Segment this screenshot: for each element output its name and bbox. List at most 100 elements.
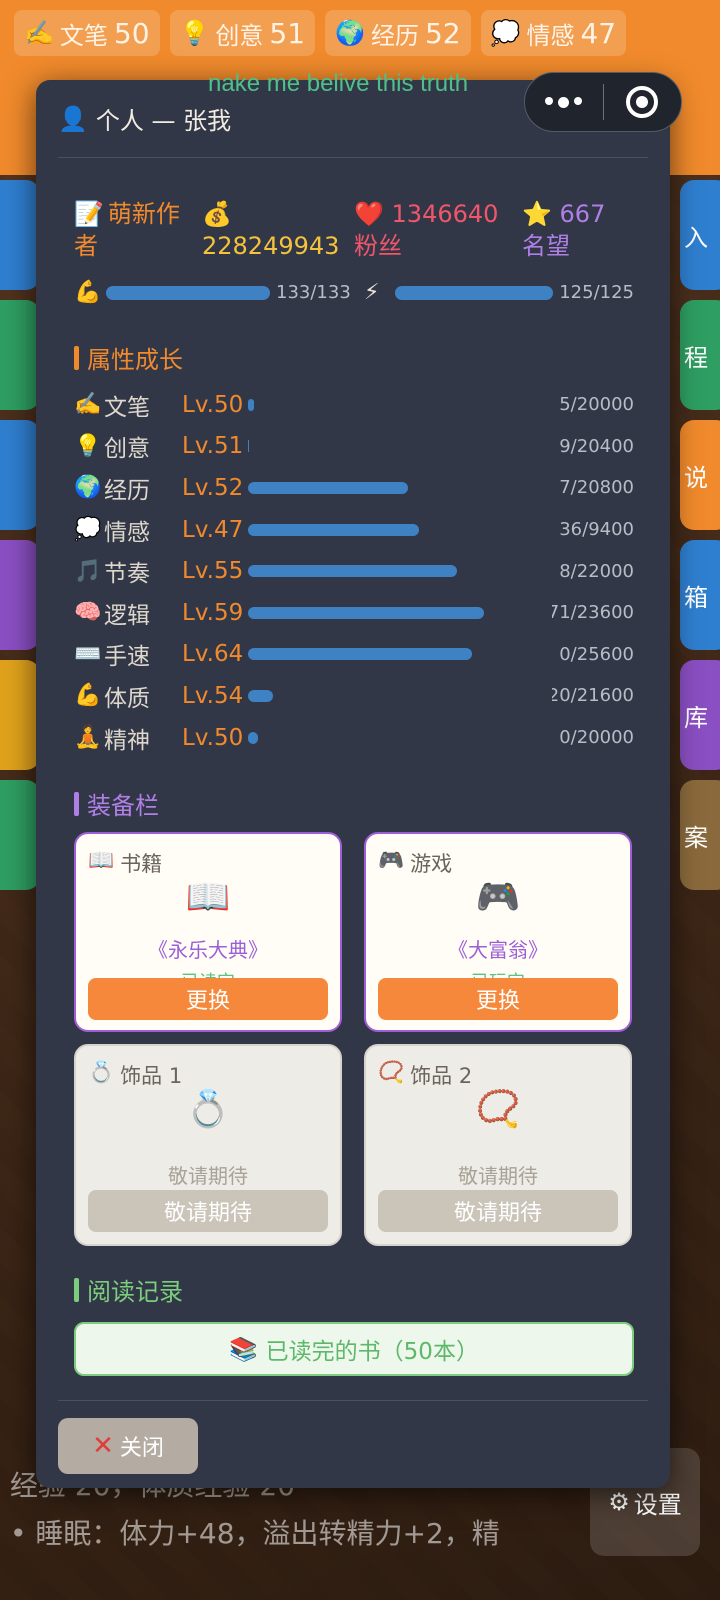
attribute-icon: 💪 xyxy=(74,683,102,709)
overlay-caption: nake me belive this truth xyxy=(208,70,469,97)
energy-fill xyxy=(394,285,554,300)
attribute-row: 💭 情感 Lv.47 36/9400 xyxy=(74,509,634,551)
attribute-progress-text: 0/25600 xyxy=(559,643,634,665)
role-stat: 📝 萌新作者 xyxy=(74,200,180,260)
attribute-row: 🧘 精神 Lv.50 0/20000 xyxy=(74,717,634,759)
top-stat-qinggan: 💭 情感 47 xyxy=(480,10,627,56)
attribute-name: 体质 xyxy=(104,685,150,712)
attribute-icon: ✍️ xyxy=(74,392,102,418)
side-tab-right-1[interactable]: 入 xyxy=(680,180,720,290)
exit-miniprogram-icon[interactable] xyxy=(604,86,682,118)
person-icon: 👤 xyxy=(58,104,88,133)
equip-item-name: 《永乐大典》 xyxy=(148,938,268,962)
side-button-left-2[interactable] xyxy=(0,300,40,410)
side-button-left-4[interactable] xyxy=(0,540,40,650)
pen-icon: ✍️ xyxy=(24,19,54,47)
fans-stat: ❤️ 1346640 粉丝 xyxy=(354,200,499,260)
bulb-icon: 💡 xyxy=(179,19,210,47)
books-icon: 📚 xyxy=(229,1336,258,1363)
attribute-icon: 🧠 xyxy=(74,600,102,626)
attribute-level: Lv.52 xyxy=(182,474,244,501)
money-stat: 💰 228249943 xyxy=(202,198,354,262)
side-button-left-5[interactable] xyxy=(0,660,40,770)
vitals-row: 💪 133/133 ⚡ 125/125 xyxy=(74,280,634,305)
attribute-level: Lv.51 xyxy=(182,433,244,460)
attribute-name: 文笔 xyxy=(104,394,150,421)
attribute-progress-text: 36/9400 xyxy=(559,519,634,541)
coming-soon-text: 敬请期待 xyxy=(458,1164,538,1188)
attribute-level: Lv.64 xyxy=(182,641,244,668)
side-button-left-6[interactable] xyxy=(0,780,40,890)
side-tab-right-4[interactable]: 箱 xyxy=(680,540,720,650)
attribute-level: Lv.59 xyxy=(182,599,244,626)
close-icon: ✕ xyxy=(92,1431,114,1461)
side-tab-right-6[interactable]: 案 xyxy=(680,780,720,890)
attribute-progress-text: 20/21600 xyxy=(552,685,634,707)
side-tab-right-2[interactable]: 程 xyxy=(680,300,720,410)
attribute-level: Lv.55 xyxy=(182,558,244,585)
attribute-name: 情感 xyxy=(104,519,150,546)
muscle-icon: 💪 xyxy=(74,280,102,305)
attribute-progress-fill xyxy=(248,398,254,411)
star-icon: ⭐ xyxy=(522,200,552,228)
reading-section-title: 阅读记录 xyxy=(74,1272,183,1307)
attribute-row: ✍️ 文笔 Lv.50 5/20000 xyxy=(74,384,634,426)
modal-title: 👤 个人 — 张我 xyxy=(58,104,232,136)
attribute-progress-text: 9/20400 xyxy=(559,435,634,457)
attribute-name: 手速 xyxy=(104,644,150,671)
attribute-level: Lv.50 xyxy=(182,724,244,751)
ring-icon: 💍 xyxy=(88,1060,115,1084)
top-stat-wenbi: ✍️ 文笔 50 xyxy=(14,10,160,56)
attribute-progress-fill xyxy=(248,648,473,661)
attribute-row: 💪 体质 Lv.54 20/21600 xyxy=(74,675,634,717)
prayer-beads-icon: 📿 xyxy=(378,1060,405,1084)
thought-bubble-icon: 💭 xyxy=(490,19,521,47)
attribute-progress-text: 71/23600 xyxy=(552,602,634,624)
swap-game-button[interactable]: 更换 xyxy=(378,978,618,1020)
energy-bar: ⚡ 125/125 xyxy=(364,280,634,305)
equip-slot-accessory-1: 💍 饰品 1 💍 敬请期待 敬请期待 xyxy=(74,1044,342,1246)
fame-stat: ⭐ 667 名望 xyxy=(522,200,606,260)
attribute-row: 🎵 节奏 Lv.55 8/22000 xyxy=(74,550,634,592)
top-stat-chuangyi: 💡 创意 51 xyxy=(169,10,316,56)
top-stat-jingli: 🌍 经历 52 xyxy=(325,10,471,56)
heart-icon: ❤️ xyxy=(354,200,384,228)
attribute-name: 逻辑 xyxy=(104,602,150,629)
coming-soon-button[interactable]: 敬请期待 xyxy=(88,1190,328,1232)
attribute-progress-text: 0/20000 xyxy=(559,727,634,749)
attribute-progress-text: 5/20000 xyxy=(559,394,634,416)
money-bag-icon: 💰 xyxy=(202,200,232,228)
attribute-name: 创意 xyxy=(104,436,150,463)
side-button-left-1[interactable] xyxy=(0,180,40,290)
attribute-row: 💡 创意 Lv.51 9/20400 xyxy=(74,426,634,468)
gamepad-icon: 🎮 xyxy=(378,848,405,872)
attribute-name: 经历 xyxy=(104,477,150,504)
read-books-button[interactable]: 📚 已读完的书（50本） xyxy=(74,1322,634,1376)
lightning-icon: ⚡ xyxy=(364,280,380,305)
profile-stats: 📝 萌新作者 💰 228249943 ❤️ 1346640 粉丝 ⭐ 667 名望 xyxy=(74,198,634,262)
equip-section-title: 装备栏 xyxy=(74,786,159,821)
stamina-bar: 💪 133/133 xyxy=(74,280,351,305)
coming-soon-button[interactable]: 敬请期待 xyxy=(378,1190,618,1232)
side-tab-right-3[interactable]: 说 xyxy=(680,420,720,530)
attr-section-title: 属性成长 xyxy=(74,340,183,375)
prayer-beads-icon: 📿 xyxy=(475,1089,521,1130)
top-stat-strip: ✍️ 文笔 50 💡 创意 51 🌍 经历 52 💭 情感 47 xyxy=(14,10,627,56)
equip-item-name: 《大富翁》 xyxy=(448,938,548,962)
log-line-2: • 睡眠：体力+48，溢出转精力+2，精 xyxy=(10,1517,500,1550)
attribute-icon: 🌍 xyxy=(74,475,102,501)
profile-modal: 👤 个人 — 张我 ✕ 📝萌新作者 💰 228249943 ❤️ 1346640… xyxy=(36,80,670,1488)
attribute-progress-fill xyxy=(248,606,484,619)
attribute-icon: 💭 xyxy=(74,517,102,543)
attribute-row: 🧠 逻辑 Lv.59 71/23600 xyxy=(74,592,634,634)
side-tab-right-5[interactable]: 库 xyxy=(680,660,720,770)
attribute-level: Lv.50 xyxy=(182,391,244,418)
swap-book-button[interactable]: 更换 xyxy=(88,978,328,1020)
side-button-left-3[interactable] xyxy=(0,420,40,530)
attribute-progress-fill xyxy=(248,440,250,453)
close-button[interactable]: ✕ 关闭 xyxy=(58,1418,198,1474)
open-book-icon: 📖 xyxy=(185,877,231,918)
attribute-name: 精神 xyxy=(104,727,150,754)
ring-icon: 💍 xyxy=(185,1089,231,1130)
more-menu-icon[interactable] xyxy=(525,96,603,108)
